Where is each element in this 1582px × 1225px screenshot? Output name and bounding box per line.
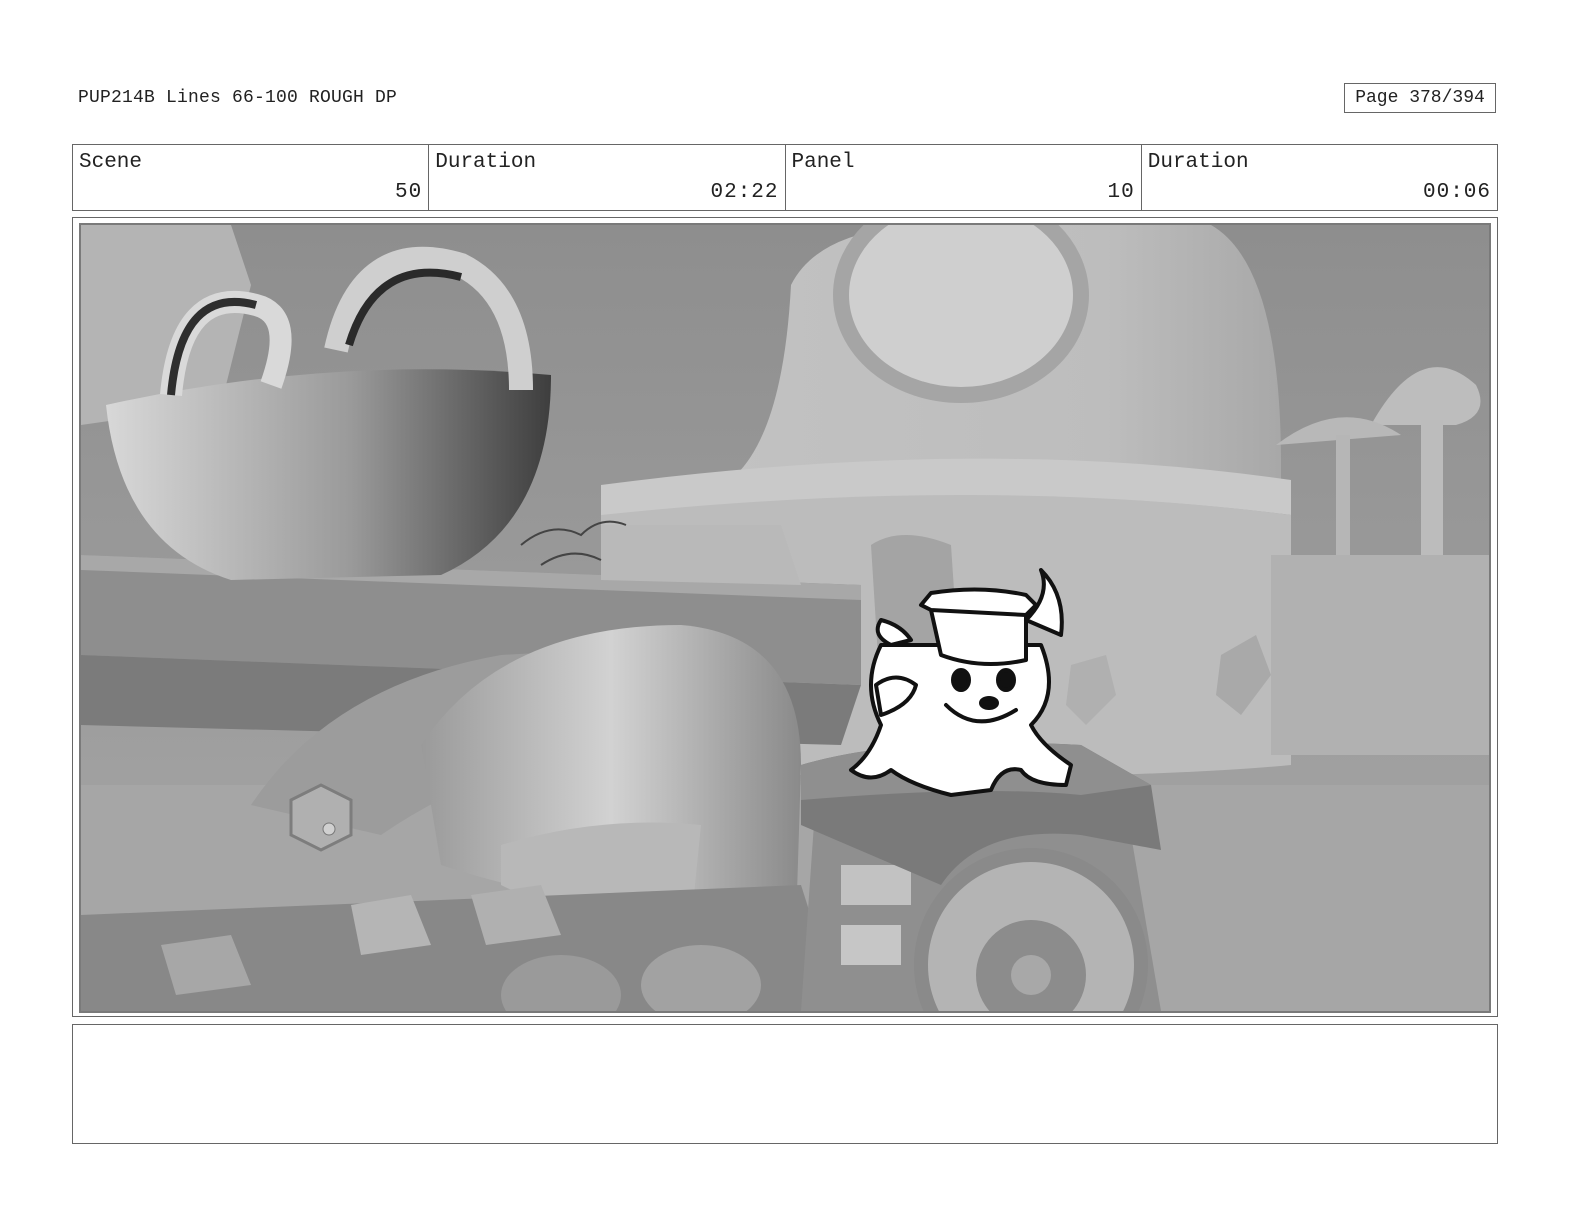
storyboard-panel-image [79, 223, 1491, 1013]
scene-label: Scene [79, 151, 143, 174]
panel-duration-label: Duration [1147, 151, 1249, 174]
panel-label: Panel [791, 151, 855, 174]
document-title: PUP214B Lines 66-100 ROUGH DP [78, 88, 398, 108]
scene-cell: Scene 50 [73, 145, 430, 210]
page-number-badge: Page 378/394 [1344, 83, 1496, 113]
scene-duration-cell: Duration 02:22 [429, 145, 786, 210]
panel-cell: Panel 10 [786, 145, 1142, 210]
storyboard-panel-frame [72, 217, 1498, 1017]
scene-duration-value: 02:22 [710, 181, 779, 204]
scene-duration-label: Duration [435, 151, 537, 174]
panel-info-row: Scene 50 Duration 02:22 Panel 10 Duratio… [72, 144, 1498, 211]
scene-value: 50 [395, 181, 423, 204]
panel-value: 10 [1107, 181, 1135, 204]
panel-duration-value: 00:06 [1422, 181, 1491, 204]
panel-duration-cell: Duration 00:06 [1142, 145, 1497, 210]
panel-illustration [81, 225, 1489, 1011]
panel-notes-box [72, 1024, 1498, 1144]
